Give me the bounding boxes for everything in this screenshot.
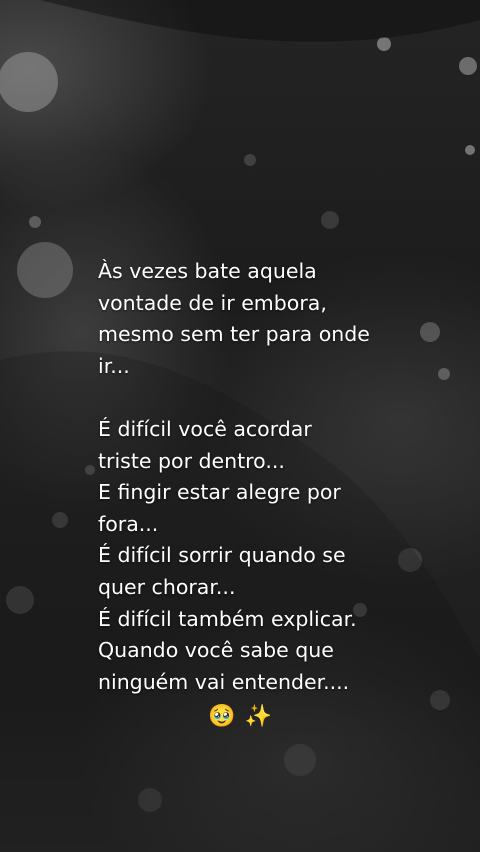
emoji-row: 🥹 ✨	[0, 702, 480, 732]
bokeh-blob	[0, 52, 58, 112]
story-frame: Às vezes bate aquela vontade de ir embor…	[0, 0, 480, 852]
sparkles-emoji-icon: ✨	[244, 704, 272, 729]
quote-line: Quando você sabe que	[98, 638, 334, 663]
bokeh-blob	[459, 57, 477, 75]
stanza-break	[98, 382, 428, 414]
bokeh-blob	[244, 154, 256, 166]
bokeh-blob	[377, 37, 391, 51]
quote-line: ir...	[98, 353, 130, 378]
bokeh-blob	[465, 145, 475, 155]
bokeh-blob	[17, 242, 73, 298]
quote-line: triste por dentro...	[98, 448, 285, 473]
teary-face-emoji-icon: 🥹	[208, 704, 236, 729]
background-shadow	[40, 0, 480, 42]
bokeh-blob	[438, 368, 450, 380]
quote-line: vontade de ir embora,	[98, 290, 327, 315]
quote-line: Às vezes bate aquela	[98, 259, 317, 283]
quote-line: É difícil você acordar	[98, 416, 312, 441]
quote-line: É difícil também explicar.	[98, 606, 357, 631]
quote-line: É difícil sorrir quando se	[98, 543, 346, 568]
bokeh-blob	[29, 216, 41, 228]
quote-line: fora...	[98, 511, 159, 536]
quote-text: Às vezes bate aquela vontade de ir embor…	[98, 256, 428, 698]
bokeh-blob	[321, 211, 339, 229]
quote-line: ninguém vai entender....	[98, 669, 350, 694]
quote-line: quer chorar...	[98, 574, 236, 599]
quote-line: mesmo sem ter para onde	[98, 322, 370, 347]
quote-line: E fingir estar alegre por	[98, 480, 341, 505]
